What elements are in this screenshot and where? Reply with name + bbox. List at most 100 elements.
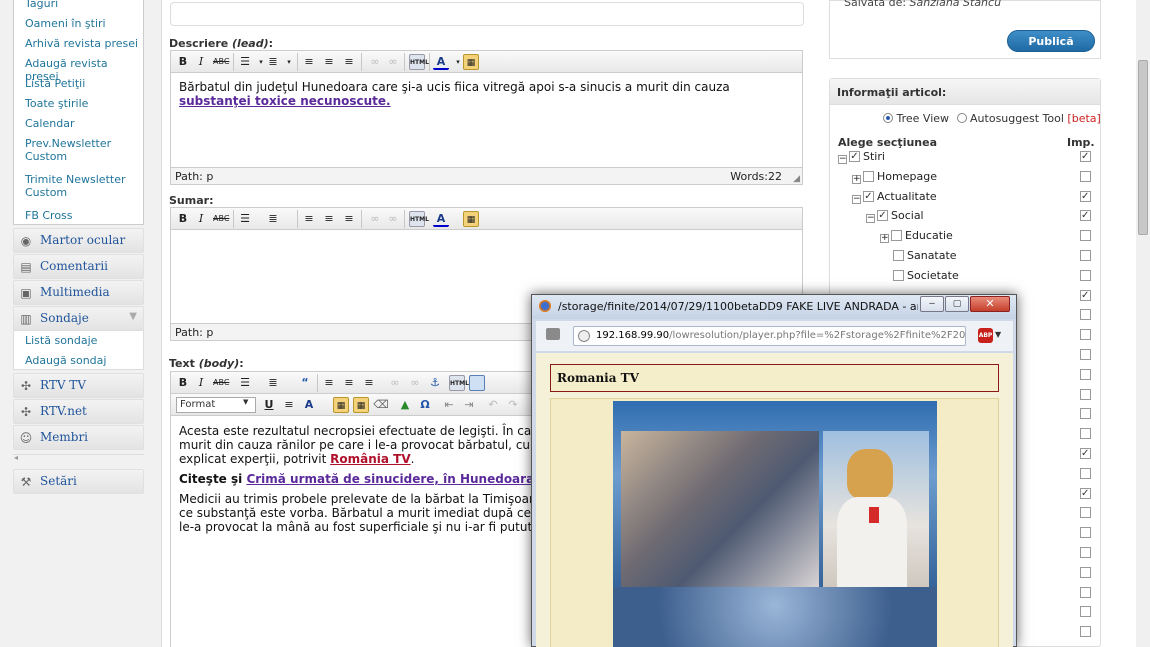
autosuggest-radio[interactable]: [956, 113, 967, 123]
section-checkbox[interactable]: [877, 210, 888, 222]
imp-checkbox[interactable]: [1080, 190, 1091, 202]
submenu-item[interactable]: Prev.Newsletter Custom: [14, 137, 134, 163]
imp-checkbox[interactable]: [1080, 329, 1091, 341]
scrollbar-thumb[interactable]: [1138, 60, 1148, 235]
page-scrollbar[interactable]: [1136, 0, 1150, 647]
maximize-button[interactable]: ▢: [945, 296, 969, 312]
imp-checkbox[interactable]: [1080, 408, 1091, 420]
chevron-down-icon[interactable]: ▼: [995, 330, 1001, 339]
bold-button[interactable]: B: [175, 54, 191, 70]
media-icon[interactable]: [469, 375, 485, 391]
imp-checkbox[interactable]: [1080, 487, 1091, 499]
submenu-item[interactable]: Adaugă sondaj: [14, 351, 143, 371]
align-center-button[interactable]: ≡: [321, 54, 337, 70]
redo-icon[interactable]: ↷: [505, 397, 521, 413]
align-right-button[interactable]: ≡: [341, 54, 357, 70]
url-bar[interactable]: 192.168.99.90/lowresolution/player.php?f…: [573, 326, 966, 346]
imp-checkbox[interactable]: [1080, 606, 1091, 618]
eraser-icon[interactable]: ⌫: [373, 397, 389, 413]
romania-tv-link[interactable]: România TV: [330, 452, 411, 466]
section-checkbox[interactable]: [849, 151, 860, 162]
lead-link[interactable]: substanţei toxice necunoscute.: [179, 94, 391, 108]
imp-checkbox[interactable]: [1080, 269, 1091, 281]
anchor-icon[interactable]: ⚓: [427, 375, 443, 391]
tree-item-sanatate[interactable]: Sanatate: [880, 248, 957, 264]
lead-editor[interactable]: B I ABC ☰ ▾ ≣ ▾ ≡ ≡ ≡ ∞ ∞ HTML A ▾ ▦ Băr…: [170, 50, 803, 185]
adblock-icon[interactable]: ABP: [978, 328, 993, 343]
menu-setari[interactable]: ⚒ Setări: [13, 469, 144, 494]
tree-item-homepage[interactable]: + Homepage: [852, 169, 937, 185]
imp-checkbox[interactable]: [1080, 507, 1091, 519]
numbered-list-button[interactable]: ≣: [265, 54, 281, 70]
tree-item-stiri[interactable]: − Stiri: [838, 149, 885, 165]
indent-icon[interactable]: ⇥: [461, 397, 477, 413]
tree-item-societate[interactable]: Societate: [880, 268, 959, 284]
submenu-item[interactable]: FB Cross: [14, 209, 73, 222]
html-button[interactable]: HTML: [409, 211, 429, 227]
submenu-item[interactable]: Taguri: [14, 0, 58, 10]
outdent-icon[interactable]: ⇤: [441, 397, 457, 413]
link-icon[interactable]: ∞: [367, 211, 383, 227]
imp-checkbox[interactable]: [1080, 448, 1091, 459]
publish-button[interactable]: Publică: [1007, 30, 1095, 52]
text-color-button[interactable]: A: [433, 211, 449, 227]
align-left-button[interactable]: ≡: [301, 54, 317, 70]
section-checkbox[interactable]: [863, 190, 874, 202]
imp-checkbox[interactable]: [1080, 170, 1091, 182]
tree-item-educatie[interactable]: + Educatie: [880, 228, 953, 244]
imp-checkbox[interactable]: [1080, 428, 1091, 440]
section-checkbox[interactable]: [893, 269, 904, 281]
imp-checkbox[interactable]: [1080, 230, 1091, 242]
paste-word-icon[interactable]: ▦: [353, 397, 369, 413]
html-button[interactable]: HTML: [449, 375, 469, 391]
submenu-item[interactable]: Calendar: [14, 117, 74, 130]
link-icon[interactable]: ∞: [387, 375, 403, 391]
expand-icon[interactable]: +: [880, 234, 889, 244]
tree-item-social[interactable]: − Social: [866, 208, 924, 224]
collapse-icon[interactable]: −: [852, 194, 861, 204]
blockquote-button[interactable]: “: [297, 375, 313, 391]
close-button[interactable]: ✕: [970, 296, 1010, 312]
resize-icon[interactable]: ◢: [793, 174, 800, 184]
collapse-icon[interactable]: −: [838, 155, 847, 164]
imp-checkbox[interactable]: [1080, 151, 1091, 162]
italic-button[interactable]: I: [193, 54, 209, 70]
align-center-button[interactable]: ≡: [321, 211, 337, 227]
imp-checkbox[interactable]: [1080, 586, 1091, 598]
expand-icon[interactable]: +: [852, 174, 861, 184]
lead-content[interactable]: Bărbatul din judeţul Hunedoara care şi-a…: [171, 73, 802, 115]
dropdown-icon[interactable]: ▾: [281, 54, 297, 70]
text-color-button[interactable]: A: [433, 54, 449, 70]
numbered-list-button[interactable]: ≣: [265, 211, 281, 227]
menu-comentarii[interactable]: ▤ Comentarii: [13, 254, 144, 279]
submenu-item[interactable]: Listă sondaje: [14, 331, 143, 351]
strike-button[interactable]: ABC: [213, 375, 229, 391]
undo-icon[interactable]: ↶: [485, 397, 501, 413]
underline-button[interactable]: U: [261, 397, 277, 413]
imp-checkbox[interactable]: [1080, 626, 1091, 638]
section-checkbox[interactable]: [863, 170, 874, 182]
bullet-list-button[interactable]: ☰: [237, 375, 253, 391]
unlink-icon[interactable]: ∞: [385, 54, 401, 70]
collapse-icon[interactable]: ◂: [14, 453, 18, 462]
imp-checkbox[interactable]: [1080, 210, 1091, 222]
align-center-button[interactable]: ≡: [341, 375, 357, 391]
title-input[interactable]: [170, 2, 804, 26]
submenu-item[interactable]: Oameni în ştiri: [14, 17, 106, 30]
section-checkbox[interactable]: [893, 250, 904, 261]
paste-icon[interactable]: ▦: [463, 211, 479, 227]
submenu-item[interactable]: Trimite Newsletter Custom: [14, 173, 134, 199]
bullet-list-button[interactable]: ☰: [237, 54, 253, 70]
align-left-button[interactable]: ≡: [321, 375, 337, 391]
strike-button[interactable]: ABC: [213, 211, 229, 227]
tree-item-actualitate[interactable]: − Actualitate: [852, 189, 937, 205]
imp-checkbox[interactable]: [1080, 289, 1091, 301]
italic-button[interactable]: I: [193, 211, 209, 227]
imp-checkbox[interactable]: [1080, 388, 1091, 400]
special-char-icon[interactable]: Ω: [417, 397, 433, 413]
align-right-button[interactable]: ≡: [341, 211, 357, 227]
section-checkbox[interactable]: [891, 230, 902, 242]
justify-button[interactable]: ≡: [281, 397, 297, 413]
unlink-icon[interactable]: ∞: [385, 211, 401, 227]
chevron-down-icon[interactable]: ▼: [243, 398, 248, 406]
